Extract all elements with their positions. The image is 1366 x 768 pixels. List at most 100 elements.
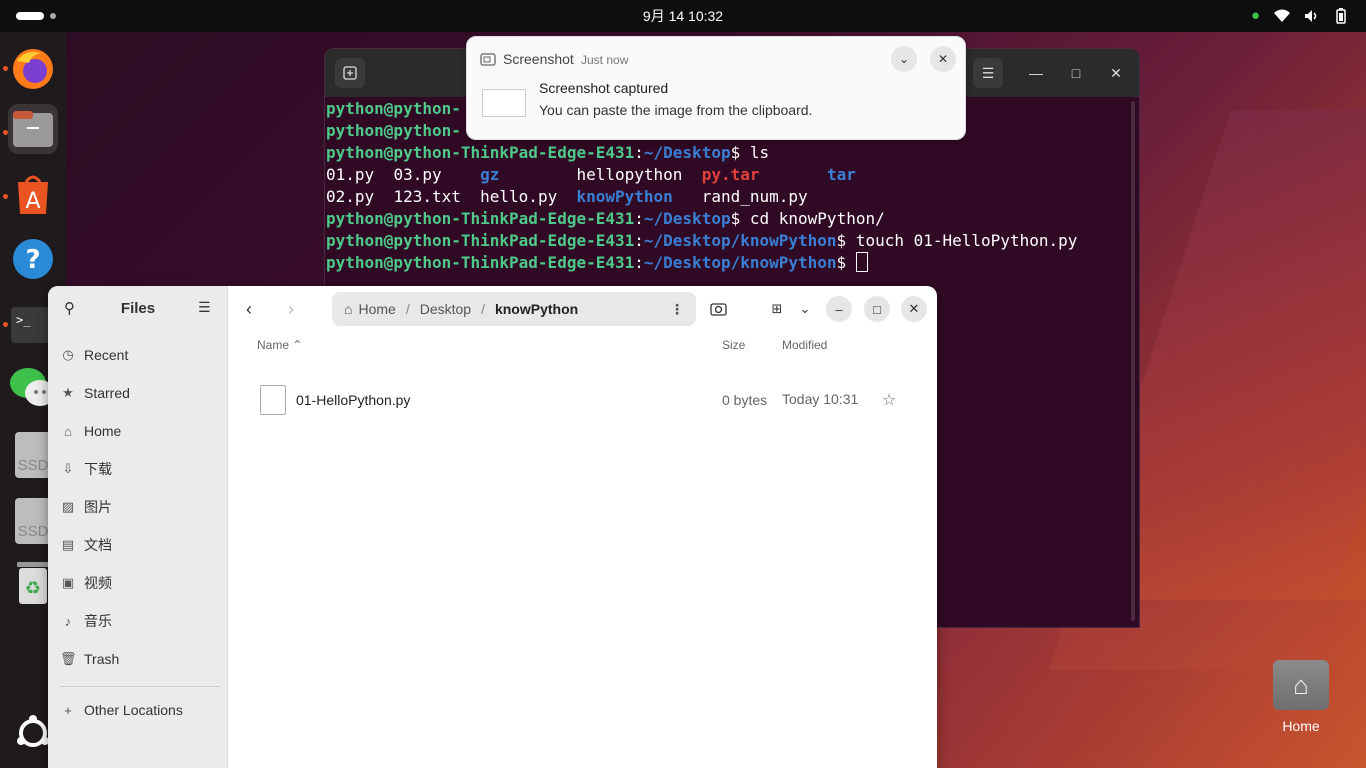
system-tray[interactable]: ● [1251,7,1348,24]
files-minimize-button[interactable]: – [826,296,852,322]
terminal-minimize-button[interactable]: — [1021,58,1051,88]
star-icon[interactable]: ☆ [882,390,896,410]
files-maximize-button[interactable]: □ [864,296,890,322]
trash-icon: 🗑 [60,651,77,666]
ls-output-row: 01.py 03.py gz hellopython py.tar tar [326,165,856,184]
hamburger-icon: ☰ [981,64,995,81]
terminal-close-button[interactable]: ✕ [1101,58,1131,88]
dock-files[interactable] [8,104,58,154]
drive-icon: SSD [15,432,51,478]
breadcrumb-desktop[interactable]: Desktop [410,301,481,317]
search-icon [710,303,727,316]
sidebar-item-label: Home [84,423,122,439]
sidebar-item-label: Recent [84,347,129,363]
sidebar-item-label: Trash [84,651,120,667]
svg-text:?: ? [25,245,40,275]
search-button[interactable] [706,296,732,322]
screenshot-notification[interactable]: Screenshot Just now ⌄ ✕ Screenshot captu… [466,36,966,140]
text-file-icon [260,385,286,415]
svg-text:A: A [25,189,40,214]
svg-text:♻: ♻ [25,578,41,599]
music-icon: ♪ [64,613,72,629]
wifi-icon [1274,9,1290,22]
activities-indicator[interactable] [16,12,56,20]
sort-ascending-icon: ⌃ [292,338,303,352]
battery-icon [1336,7,1346,24]
sidebar-item-label: 音乐 [84,613,112,629]
terminal-line: python@python-ThinkPad-Edge-E431:~/Deskt… [326,231,1078,250]
sidebar-item-other-locations[interactable]: + Other Locations [60,695,220,725]
drive-icon: SSD [15,498,51,544]
sidebar-item-trash[interactable]: 🗑 Trash [60,644,220,674]
column-header-modified[interactable]: Modified [782,338,827,352]
terminal-scrollbar[interactable] [1131,101,1135,621]
maximize-icon: □ [1071,65,1081,81]
notification-close-button[interactable]: ✕ [930,46,956,72]
star-icon: ★ [62,385,74,400]
document-icon: ▤ [61,537,75,552]
plus-icon: + [64,702,72,718]
sidebar-item-label: Other Locations [84,702,183,718]
svg-text:>_: >_ [16,313,31,327]
clock[interactable]: 9月 14 10:32 [643,6,723,26]
file-modified: Today 10:31 [782,391,859,407]
hamburger-icon[interactable]: ☰ [198,299,211,316]
home-icon: ⌂ [1293,670,1309,700]
desktop-home-icon[interactable]: ⌂ Home [1270,660,1332,734]
sidebar-item-videos[interactable]: ▣ 视频 [60,568,220,598]
minimize-icon: – [835,301,843,317]
sidebar-item-pictures[interactable]: ▨ 图片 [60,492,220,522]
dock-help[interactable]: ? [8,234,58,284]
terminal-menu-button[interactable]: ☰ [973,58,1003,88]
sidebar-item-starred[interactable]: ★ Starred [60,378,220,408]
column-header-name[interactable]: Name ⌃ [257,338,302,352]
path-bar[interactable]: ⌂ Home / Desktop / knowPython ⋮ [332,292,696,326]
new-tab-button[interactable] [335,58,365,88]
notification-title: Screenshot captured [539,80,669,96]
view-options-button[interactable]: ⌄ [792,296,818,322]
volume-icon [1305,9,1317,22]
breadcrumb-home[interactable]: Home [352,301,405,317]
workspace-dot [50,13,56,19]
screenshot-icon [480,53,496,66]
forward-button[interactable]: › [278,296,304,322]
sidebar-item-documents[interactable]: ▤ 文档 [60,530,220,560]
files-content: ‹ › ⌂ Home / Desktop / knowPython ⋮ ⊞ ⌄ … [228,286,937,768]
firefox-icon [13,49,53,89]
sidebar-item-label: 文档 [84,537,112,553]
back-button[interactable]: ‹ [236,296,262,322]
terminal-maximize-button[interactable]: □ [1061,58,1091,88]
column-header-size[interactable]: Size [722,338,745,352]
files-sidebar: ⚲ Files ☰ ◷ Recent ★ Starred ⌂ Home ⇩ 下载 ▨ 图片… [48,286,228,768]
close-icon: ✕ [1110,64,1122,81]
sidebar-item-label: 下载 [84,461,112,477]
clock-icon: ◷ [62,347,74,362]
files-close-button[interactable]: ✕ [901,296,927,322]
home-icon: ⌂ [64,423,72,439]
file-row[interactable]: 01-HelloPython.py 0 bytes Today 10:31 ☆ [228,382,937,418]
sidebar-item-downloads[interactable]: ⇩ 下载 [60,454,220,484]
home-folder-icon: ⌂ [1273,660,1329,710]
path-menu-icon[interactable]: ⋮ [670,301,696,318]
column-label: Name [257,338,290,352]
chevron-down-icon: ⌄ [898,52,910,66]
workspace-pill [16,12,44,20]
sidebar-divider [60,686,220,687]
sidebar-item-recent[interactable]: ◷ Recent [60,340,220,370]
view-toggle-button[interactable]: ⊞ [764,296,790,322]
sidebar-item-home[interactable]: ⌂ Home [60,416,220,446]
terminal-cursor [855,252,868,272]
notification-body: You can paste the image from the clipboa… [539,102,813,118]
desktop-home-label: Home [1282,718,1320,734]
dock-app-center[interactable]: A [8,170,58,220]
files-window[interactable]: ⚲ Files ☰ ◷ Recent ★ Starred ⌂ Home ⇩ 下载 ▨ 图片… [48,286,937,768]
dock-firefox[interactable] [8,44,58,94]
app-center-icon: A [18,175,48,214]
close-icon: ✕ [908,301,920,316]
wechat-tray-icon[interactable]: ● [1251,7,1260,24]
close-icon: ✕ [937,52,949,66]
file-name: 01-HelloPython.py [296,392,411,408]
sidebar-item-music[interactable]: ♪ 音乐 [60,606,220,636]
breadcrumb-current[interactable]: knowPython [485,301,588,317]
notification-expand-button[interactable]: ⌄ [891,46,917,72]
